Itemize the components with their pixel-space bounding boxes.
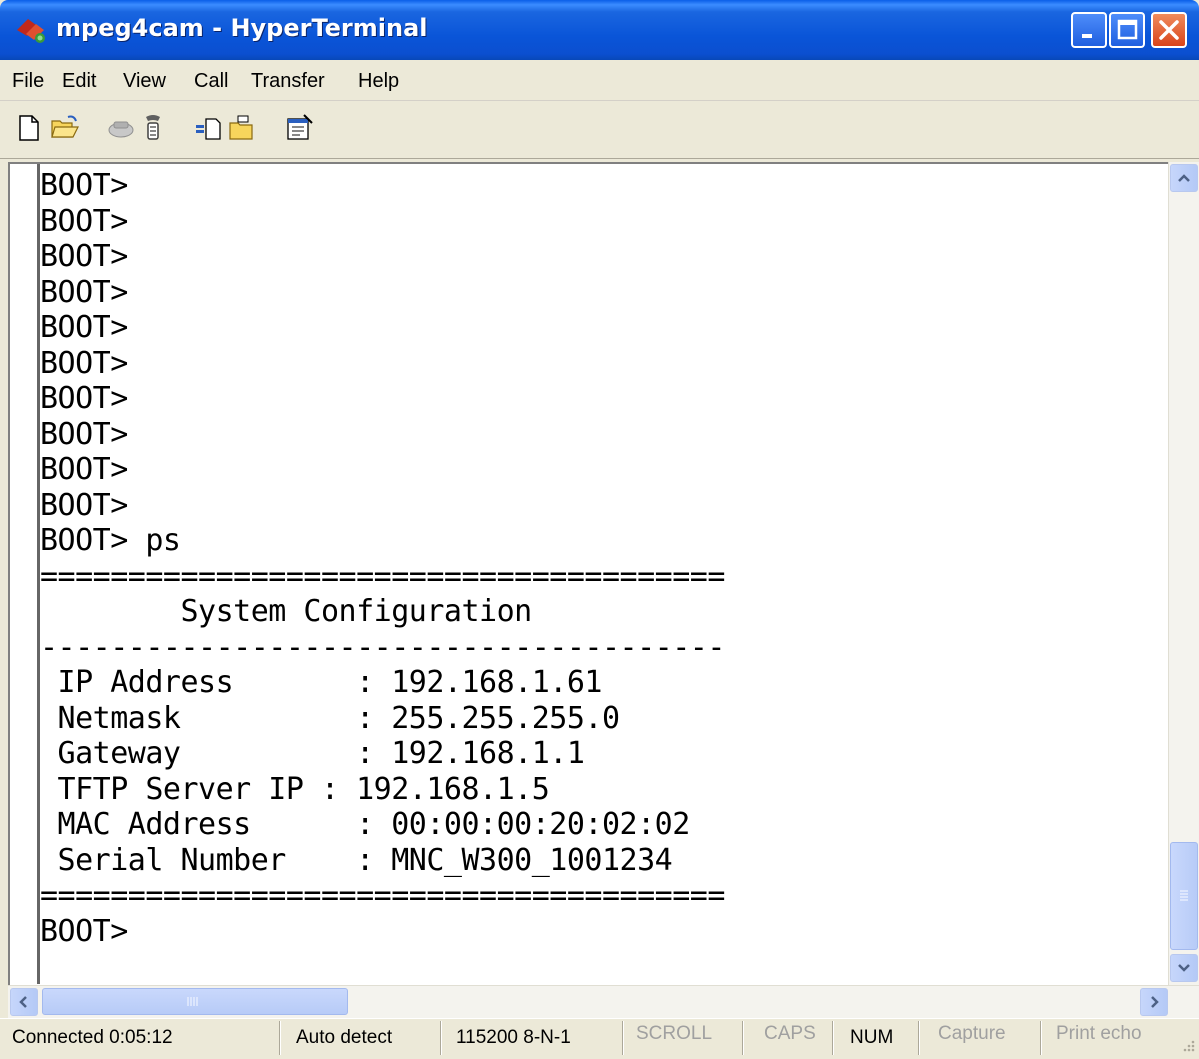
close-icon: [1159, 20, 1179, 40]
terminal-line: ---------------------------------------: [40, 629, 725, 665]
connect-icon[interactable]: [138, 113, 168, 143]
terminal-line: BOOT>: [40, 913, 128, 949]
status-capture: Capture: [938, 1023, 1006, 1044]
terminal-line: BOOT>: [40, 310, 128, 345]
title-bar[interactable]: mpeg4cam - HyperTerminal: [0, 0, 1199, 60]
status-connected: Connected 0:05:12: [12, 1027, 173, 1048]
hyperterminal-app-icon[interactable]: [14, 16, 48, 44]
menu-call[interactable]: Call: [194, 70, 228, 93]
horizontal-scroll-thumb[interactable]: [42, 988, 348, 1015]
status-divider: [440, 1021, 442, 1055]
status-print-echo: Print echo: [1056, 1023, 1142, 1044]
terminal-line: System Configuration: [40, 594, 532, 629]
receive-icon[interactable]: [228, 113, 258, 143]
send-icon[interactable]: [194, 113, 224, 143]
properties-icon[interactable]: [284, 113, 314, 143]
new-icon[interactable]: [14, 113, 44, 143]
horizontal-scrollbar[interactable]: [8, 985, 1199, 1018]
status-divider: [918, 1021, 920, 1055]
terminal-line: BOOT>: [40, 452, 128, 487]
terminal-line: BOOT> ps: [40, 523, 181, 558]
maximize-icon: [1117, 19, 1138, 40]
status-divider: [279, 1021, 281, 1055]
maximize-button[interactable]: [1109, 12, 1145, 48]
menu-file[interactable]: File: [12, 70, 44, 93]
vertical-scroll-thumb[interactable]: [1170, 842, 1198, 950]
terminal-line: =======================================: [40, 878, 725, 913]
menu-help[interactable]: Help: [358, 70, 399, 93]
scroll-up-button[interactable]: [1170, 164, 1198, 192]
chevron-down-icon: [1178, 964, 1190, 972]
menu-transfer[interactable]: Transfer: [251, 70, 325, 93]
menu-edit[interactable]: Edit: [62, 70, 96, 93]
terminal-line: TFTP Server IP : 192.168.1.5: [40, 771, 550, 807]
status-detect: Auto detect: [296, 1027, 393, 1048]
disconnect-icon[interactable]: [106, 113, 136, 143]
terminal-line: Serial Number : MNC_W300_1001234: [40, 842, 673, 878]
toolbar: [0, 101, 1199, 159]
terminal-line: MAC Address : 00:00:00:20:02:02: [40, 807, 691, 842]
terminal-output: BOOT> BOOT> BOOT> BOOT> BOOT> BOOT> BOOT…: [40, 168, 725, 949]
status-divider: [1040, 1021, 1042, 1055]
chevron-left-icon: [19, 996, 27, 1008]
grip-icon: [1180, 890, 1188, 901]
chevron-right-icon: [1151, 996, 1159, 1008]
scroll-left-button[interactable]: [10, 988, 38, 1016]
hyperterminal-window: mpeg4cam - HyperTerminal File Edit View …: [0, 0, 1199, 1059]
status-bar: Connected 0:05:12 Auto detect 115200 8-N…: [0, 1018, 1199, 1059]
window-title: mpeg4cam - HyperTerminal: [56, 14, 428, 42]
status-port-settings: 115200 8-N-1: [456, 1027, 571, 1048]
scroll-right-button[interactable]: [1140, 988, 1168, 1016]
scroll-down-button[interactable]: [1170, 954, 1198, 982]
open-icon[interactable]: [50, 113, 80, 143]
terminal-line: BOOT>: [40, 487, 128, 523]
terminal-line: Gateway : 192.168.1.1: [40, 736, 585, 771]
terminal-line: BOOT>: [40, 168, 128, 203]
minimize-button[interactable]: [1071, 12, 1107, 48]
close-button[interactable]: [1151, 12, 1187, 48]
minimize-icon: [1082, 34, 1092, 38]
status-divider: [622, 1021, 624, 1055]
terminal-line: BOOT>: [40, 345, 128, 381]
terminal-line: Netmask : 255.255.255.0: [40, 700, 620, 736]
status-divider: [742, 1021, 744, 1055]
grip-icon: [187, 997, 198, 1006]
status-scroll: SCROLL: [636, 1023, 713, 1044]
status-num: NUM: [850, 1027, 894, 1048]
terminal-line: BOOT>: [40, 274, 128, 310]
terminal-line: BOOT>: [40, 239, 128, 274]
status-caps: CAPS: [764, 1023, 816, 1044]
chevron-up-icon: [1178, 174, 1190, 182]
terminal-screen[interactable]: BOOT> BOOT> BOOT> BOOT> BOOT> BOOT> BOOT…: [8, 162, 1170, 987]
terminal-line: BOOT>: [40, 416, 128, 452]
menu-view[interactable]: View: [123, 70, 166, 93]
terminal-line: IP Address : 192.168.1.61: [40, 665, 603, 700]
menu-bar: File Edit View Call Transfer Help: [0, 60, 1199, 101]
terminal-line: BOOT>: [40, 203, 128, 239]
resize-grip-icon[interactable]: [1178, 1037, 1196, 1055]
vertical-scrollbar[interactable]: [1168, 162, 1199, 985]
terminal-line: BOOT>: [40, 381, 128, 416]
terminal-line: =======================================: [40, 558, 725, 594]
status-divider: [832, 1021, 834, 1055]
